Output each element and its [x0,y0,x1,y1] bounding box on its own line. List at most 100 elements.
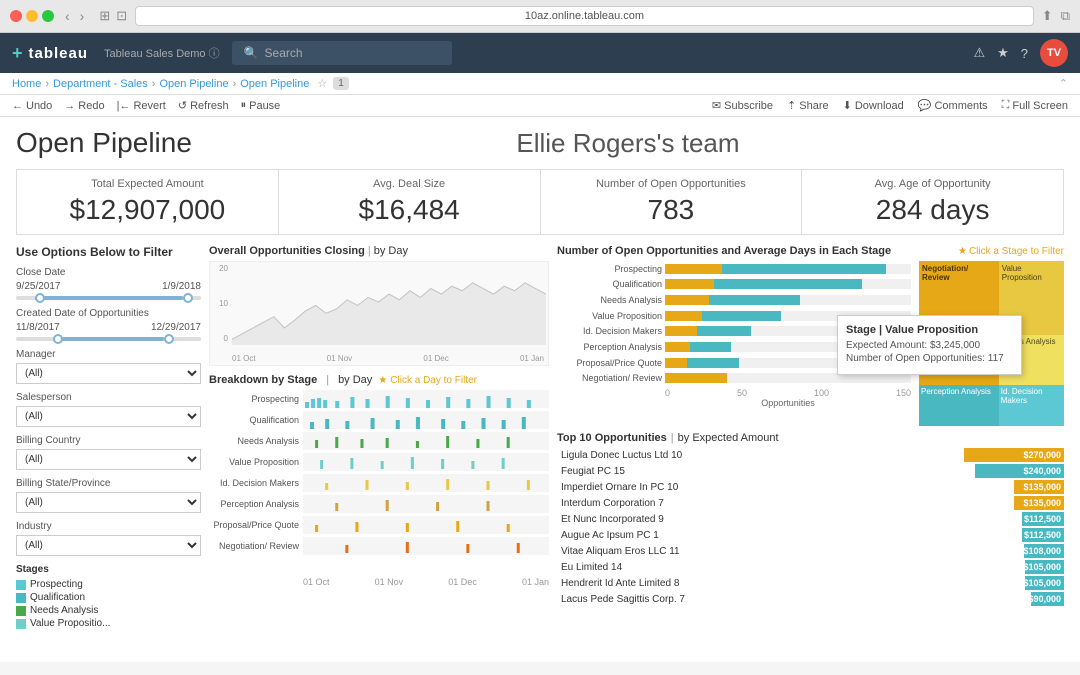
new-tab-icon[interactable]: ⧉ [1061,8,1070,24]
kpi-total-expected-label: Total Expected Amount [33,178,262,190]
salesperson-select[interactable]: (All) [16,406,201,427]
opp-label-perception: Perception Analysis [557,342,662,352]
opp-x-axis: 0 50 100 150 [557,388,911,398]
breadcrumb-sep3: › [233,78,237,90]
revert-button[interactable]: |← Revert [117,100,166,112]
download-button[interactable]: ⬇ Download [843,99,904,112]
top-opp-bar-1: $240,000 [975,464,1064,478]
top-opp-bar-2: $135,000 [1014,480,1064,494]
user-avatar[interactable]: TV [1040,39,1068,67]
sparkline-needs-analysis [305,434,547,448]
stage-row-decision-makers: Id. Decision Makers [209,474,549,492]
created-date-slider[interactable] [16,337,201,341]
tooltip-open-opps: Number of Open Opportunities: 117 [846,353,1013,364]
url-bar[interactable]: 10az.online.tableau.com [135,6,1034,26]
browser-titlebar: ‹ › ⊞ ⊡ 10az.online.tableau.com ⬆ ⧉ [0,0,1080,32]
redo-button[interactable]: → Redo [64,100,104,112]
alert-icon[interactable]: ⚠ [973,45,985,61]
stage-row-needs-analysis: Needs Analysis [209,432,549,450]
top-opp-row-5: Augue Ac Ipsum PC 1 $112,500 [557,527,1064,543]
legend-value-proposition: Value Propositio... [16,618,201,629]
stage-row-proposal: Proposal/Price Quote [209,516,549,534]
created-date-start: 11/8/2017 [16,322,60,333]
top-opp-amount-label-3: $135,000 [1023,498,1061,508]
close-window-btn[interactable] [10,10,22,22]
opp-bar-track-prospecting [665,264,911,274]
value-proposition-label: Value Propositio... [30,618,110,629]
top-opp-name-1: Feugiat PC 15 [557,463,944,479]
expand-icon[interactable]: ⌃ [1059,77,1068,90]
pause-button[interactable]: ⏸ Pause [241,99,281,112]
overall-chart-svg [232,266,546,345]
treemap-cell-decision[interactable]: Id. Decision Makers [999,385,1064,426]
top-opp-name-8: Hendrerit Id Ante Limited 8 [557,575,944,591]
billing-state-select[interactable]: (All) [16,492,201,513]
top-opp-row-1: Feugiat PC 15 $240,000 [557,463,1064,479]
favorite-icon[interactable]: ★ [997,45,1009,61]
minimize-window-btn[interactable] [26,10,38,22]
opp-click-filter[interactable]: ★ Click a Stage to Filter [958,246,1064,257]
window-mode-icon[interactable]: ⊡ [116,8,127,24]
opp-chart-header: Number of Open Opportunities and Average… [557,245,1064,257]
tableau-logo: + tableau [12,43,88,64]
comments-button[interactable]: 💬 Comments [918,99,988,112]
top-opp-row-9: Lacus Pede Sagittis Corp. 7 $90,000 [557,591,1064,607]
tooltip-expected-amount: Expected Amount: $3,245,000 [846,340,1013,351]
top-opp-amount-5: $112,500 [944,527,1064,543]
toolbar-right: ⚠ ★ ? TV [973,39,1068,67]
manager-select[interactable]: (All) [16,363,201,384]
opp-label-proposal: Proposal/Price Quote [557,358,662,368]
salesperson-label: Salesperson [16,392,201,403]
overall-y-axis: 20 10 0 [210,262,230,345]
billing-country-select[interactable]: (All) [16,449,201,470]
breadcrumb-home[interactable]: Home [12,78,41,90]
help-icon[interactable]: ? [1021,46,1028,61]
breadcrumb-dept[interactable]: Department - Sales [53,78,148,90]
browser-chrome: ‹ › ⊞ ⊡ 10az.online.tableau.com ⬆ ⧉ [0,0,1080,33]
breakdown-click-filter[interactable]: ★ Click a Day to Filter [378,375,477,386]
breakdown-title-text: Breakdown by Stage [209,374,317,386]
kpi-avg-deal: Avg. Deal Size $16,484 [279,170,540,234]
sparkline-proposal [305,518,547,532]
treemap-cell-perception[interactable]: Perception Analysis [919,385,999,426]
top-opp-row-6: Vitae Aliquam Eros LLC 11 $108,000 [557,543,1064,559]
share-button[interactable]: ⇡ Share [787,99,829,112]
close-date-slider[interactable] [16,296,201,300]
back-button[interactable]: ‹ [62,8,73,24]
top-opp-row-2: Imperdiet Ornare In PC 10 $135,000 [557,479,1064,495]
opp-x-100: 100 [814,388,829,398]
close-date-start: 9/25/2017 [16,281,61,292]
sparkline-decision-makers [305,476,547,490]
top-opportunities-table: Ligula Donec Luctus Ltd 10 $270,000 Feug… [557,447,1064,607]
search-box[interactable]: 🔍 Search [232,41,452,65]
tooltip: Stage | Value Proposition Expected Amoun… [837,315,1022,375]
dashboard-title: Open Pipeline [16,127,192,159]
share-icon[interactable]: ⬆ [1042,8,1053,24]
breakdown-x-axis: 01 Oct 01 Nov 01 Dec 01 Jan [209,577,549,587]
top-opps-header: Top 10 Opportunities | by Expected Amoun… [557,432,1064,444]
top-opp-amount-label-9: $90,000 [1028,594,1061,604]
top-opp-amount-8: $105,000 [944,575,1064,591]
needs-analysis-color [16,606,26,616]
industry-select[interactable]: (All) [16,535,201,556]
refresh-button[interactable]: ↺ Refresh [178,99,229,112]
sidebar-toggle-icon[interactable]: ⊞ [99,8,110,24]
maximize-window-btn[interactable] [42,10,54,22]
fullscreen-button[interactable]: ⛶ Full Screen [1002,99,1068,112]
undo-button[interactable]: ← Undo [12,100,52,112]
overall-chart-area: 20 10 0 01 Oct 01 Nov 01 Dec 01 Jan [209,261,549,366]
top-opp-amount-label-6: $108,000 [1023,546,1061,556]
top-opp-row-8: Hendrerit Id Ante Limited 8 $105,000 [557,575,1064,591]
breadcrumb-actions: ⌃ [1059,77,1068,90]
kpi-open-opps: Number of Open Opportunities 783 [541,170,802,234]
breadcrumb-parent[interactable]: Open Pipeline [159,78,228,90]
team-title: Ellie Rogers's team [516,128,739,159]
forward-button[interactable]: › [77,8,88,24]
subscribe-button[interactable]: ✉ Subscribe [712,99,773,112]
opp-bar-yellow-needs [665,295,709,305]
filters-panel: Use Options Below to Filter Close Date 9… [16,245,201,650]
breadcrumb-star-icon[interactable]: ☆ [317,77,327,90]
sparkline-value-proposition [305,455,547,469]
filter-close-date: Close Date 9/25/2017 1/9/2018 [16,267,201,300]
top-opp-amount-1: $240,000 [944,463,1064,479]
